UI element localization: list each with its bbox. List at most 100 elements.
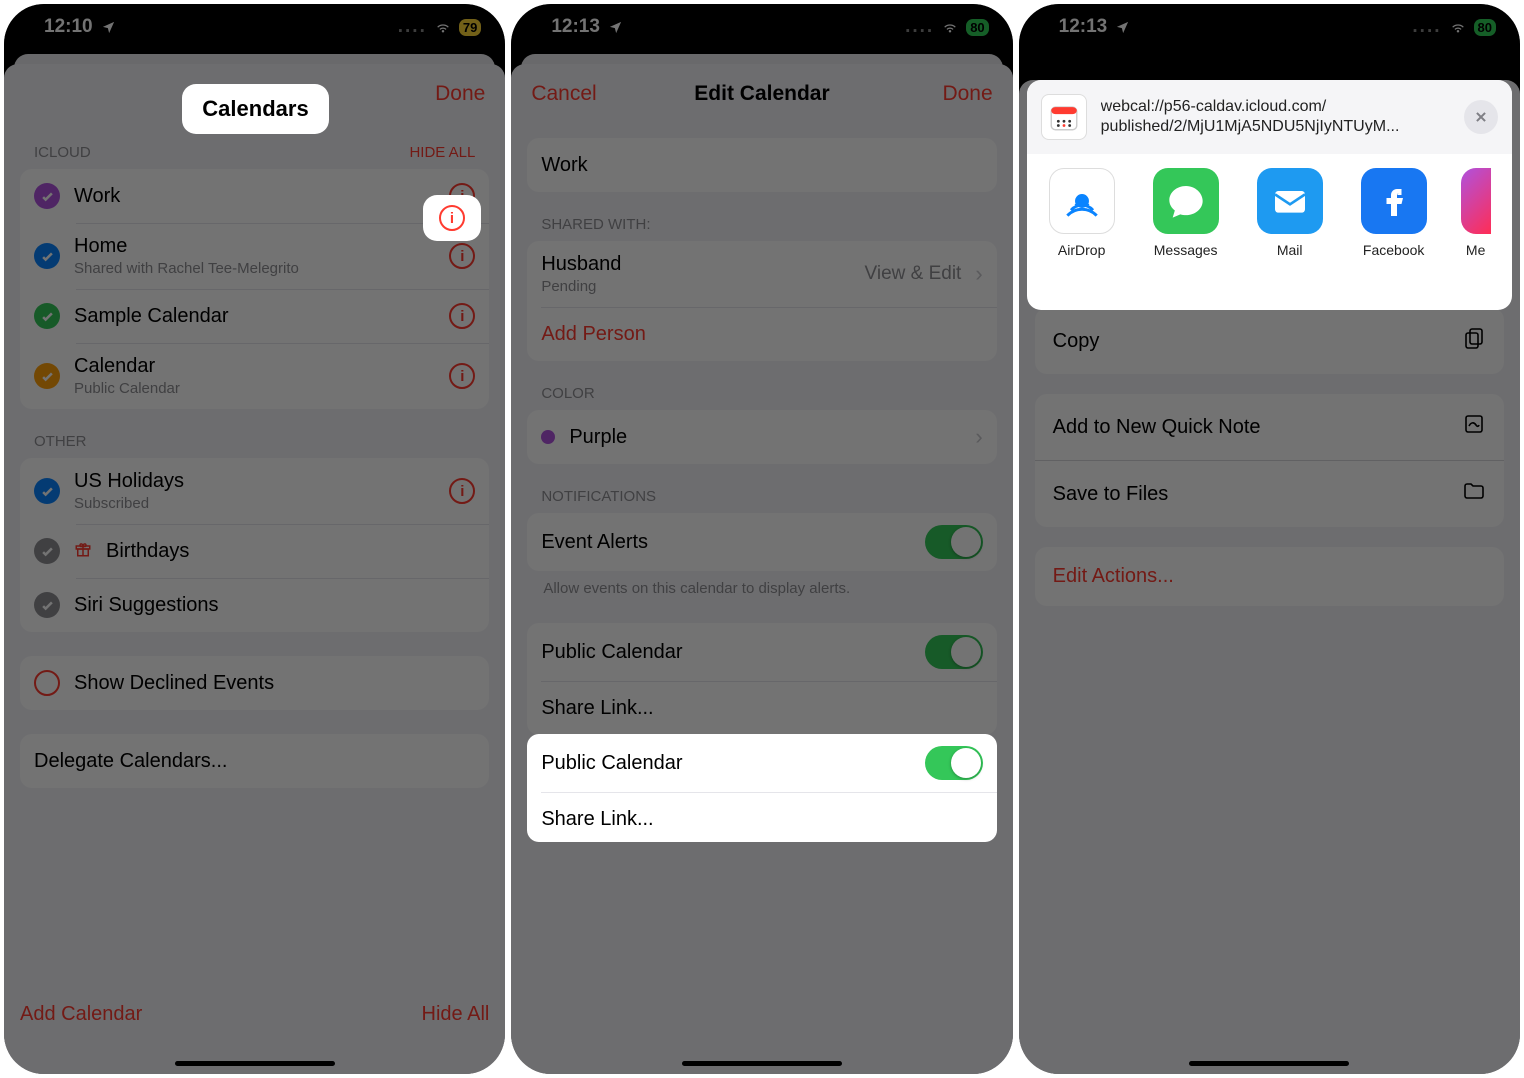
edit-actions-button[interactable]: Edit Actions...	[1035, 547, 1504, 606]
more-actions-group: Add to New Quick Note Save to Files	[1035, 394, 1504, 527]
icloud-calendars-group: Work i Home Shared with Rachel Tee-Meleg…	[20, 169, 489, 409]
color-dot-icon	[541, 430, 555, 444]
public-label: Public Calendar	[541, 752, 910, 775]
name-value: Work	[541, 154, 587, 177]
airdrop-app[interactable]: AirDrop	[1045, 168, 1119, 258]
section-label: NOTIFICATIONS	[541, 488, 656, 505]
add-person-button[interactable]: Add Person	[527, 307, 996, 361]
info-icon[interactable]: i	[449, 243, 475, 269]
calendar-row-work[interactable]: Work i	[20, 169, 489, 223]
hide-all-button[interactable]: Hide All	[422, 1003, 490, 1026]
facebook-icon	[1361, 168, 1427, 234]
share-link-label: Share Link...	[541, 697, 653, 720]
color-group: Purple ›	[527, 410, 996, 464]
notifications-group: Event Alerts	[527, 513, 996, 571]
more-app[interactable]: Me	[1461, 168, 1491, 258]
share-header: webcal://p56-caldav.icloud.com/ publishe…	[1027, 80, 1512, 154]
messages-app[interactable]: Messages	[1149, 168, 1223, 258]
calendar-row-siri[interactable]: Siri Suggestions	[20, 578, 489, 632]
footer-links: Add Calendar Hide All	[4, 979, 505, 1050]
status-bar: 12:13 .... 80	[1019, 4, 1520, 42]
close-button[interactable]	[1464, 100, 1498, 134]
calendar-name: Birthdays	[106, 540, 475, 563]
color-row[interactable]: Purple ›	[527, 410, 996, 464]
public-calendar-row[interactable]: Public Calendar	[527, 623, 996, 681]
calendar-row-home[interactable]: Home Shared with Rachel Tee-Melegrito i	[20, 223, 489, 289]
airdrop-icon	[1049, 168, 1115, 234]
calendar-name: Work	[74, 185, 435, 208]
delegate-row[interactable]: Delegate Calendars...	[20, 734, 489, 788]
share-url-text: webcal://p56-caldav.icloud.com/ publishe…	[1101, 97, 1450, 137]
save-action[interactable]: Save to Files	[1035, 460, 1504, 527]
messages-icon	[1153, 168, 1219, 234]
calendar-row-holidays[interactable]: US Holidays Subscribed i	[20, 458, 489, 524]
cell-dots: ....	[1412, 16, 1441, 38]
battery-pill: 80	[1474, 19, 1496, 36]
hide-all-link[interactable]: HIDE ALL	[409, 144, 475, 161]
toggle-switch[interactable]	[925, 525, 983, 559]
mail-app[interactable]: Mail	[1253, 168, 1327, 258]
battery-pill: 80	[966, 19, 988, 36]
chevron-right-icon: ›	[975, 261, 982, 287]
empty-check-icon	[34, 670, 60, 696]
public-calendar-row[interactable]: Public Calendar	[527, 734, 996, 792]
quicknote-action[interactable]: Add to New Quick Note	[1035, 394, 1504, 460]
status-bar: 12:13 .... 80	[511, 4, 1012, 42]
sheet-header: Cancel Edit Calendar Done	[511, 64, 1012, 120]
done-button[interactable]: Done	[913, 82, 993, 106]
calendar-row-public[interactable]: Calendar Public Calendar i	[20, 343, 489, 409]
cancel-button[interactable]: Cancel	[531, 82, 611, 106]
info-icon[interactable]: i	[449, 363, 475, 389]
location-icon	[608, 20, 623, 35]
section-label: ICLOUD	[34, 144, 91, 161]
add-calendar-button[interactable]: Add Calendar	[20, 1003, 142, 1026]
share-link-row[interactable]: Share Link...	[527, 681, 996, 735]
toggle-switch[interactable]	[925, 746, 983, 780]
calendar-name: US Holidays	[74, 470, 435, 493]
info-icon[interactable]: i	[449, 478, 475, 504]
share-apps-row: AirDrop Messages Mail Facebook	[1027, 154, 1512, 280]
checkmark-icon	[34, 478, 60, 504]
clock-time: 12:13	[551, 16, 600, 38]
shared-group: Husband Pending View & Edit › Add Person	[527, 241, 996, 361]
alerts-label: Event Alerts	[541, 531, 910, 554]
checkmark-icon	[34, 592, 60, 618]
facebook-app[interactable]: Facebook	[1357, 168, 1431, 258]
url-line-1: webcal://p56-caldav.icloud.com/	[1101, 97, 1450, 117]
declined-group: Show Declined Events	[20, 656, 489, 710]
calendar-row-sample[interactable]: Sample Calendar i	[20, 289, 489, 343]
event-alerts-row[interactable]: Event Alerts	[527, 513, 996, 571]
copy-action[interactable]: Copy	[1035, 308, 1504, 374]
info-icon[interactable]: i	[439, 205, 465, 231]
edit-actions-group: Edit Actions...	[1035, 547, 1504, 606]
calendar-name: Sample Calendar	[74, 305, 435, 328]
share-link-row[interactable]: Share Link...	[527, 792, 996, 842]
name-group: Work	[527, 138, 996, 192]
shared-status: Pending	[541, 278, 850, 295]
cell-dots: ....	[398, 16, 427, 38]
battery-pill: 79	[459, 19, 481, 36]
wifi-icon	[433, 20, 453, 35]
toggle-switch[interactable]	[925, 635, 983, 669]
section-label: SHARED WITH:	[541, 216, 650, 233]
done-button[interactable]: Done	[405, 82, 485, 106]
folder-icon	[1462, 479, 1486, 509]
checkmark-icon	[34, 183, 60, 209]
calendar-sub: Public Calendar	[74, 380, 435, 397]
show-declined-row[interactable]: Show Declined Events	[20, 656, 489, 710]
location-icon	[1115, 20, 1130, 35]
edit-actions-label: Edit Actions...	[1053, 565, 1174, 588]
shared-name: Husband	[541, 253, 850, 276]
calendar-app-icon	[1041, 94, 1087, 140]
delegate-group: Delegate Calendars...	[20, 734, 489, 788]
calendar-row-birthdays[interactable]: Birthdays	[20, 524, 489, 578]
wifi-icon	[940, 20, 960, 35]
calendar-name-field[interactable]: Work	[527, 138, 996, 192]
quicknote-icon	[1462, 412, 1486, 442]
app-label: AirDrop	[1058, 242, 1105, 258]
shared-person-row[interactable]: Husband Pending View & Edit ›	[527, 241, 996, 307]
alerts-description: Allow events on this calendar to display…	[527, 571, 996, 599]
info-icon[interactable]: i	[449, 303, 475, 329]
home-indicator	[175, 1061, 335, 1066]
highlight-info: i	[423, 195, 481, 241]
